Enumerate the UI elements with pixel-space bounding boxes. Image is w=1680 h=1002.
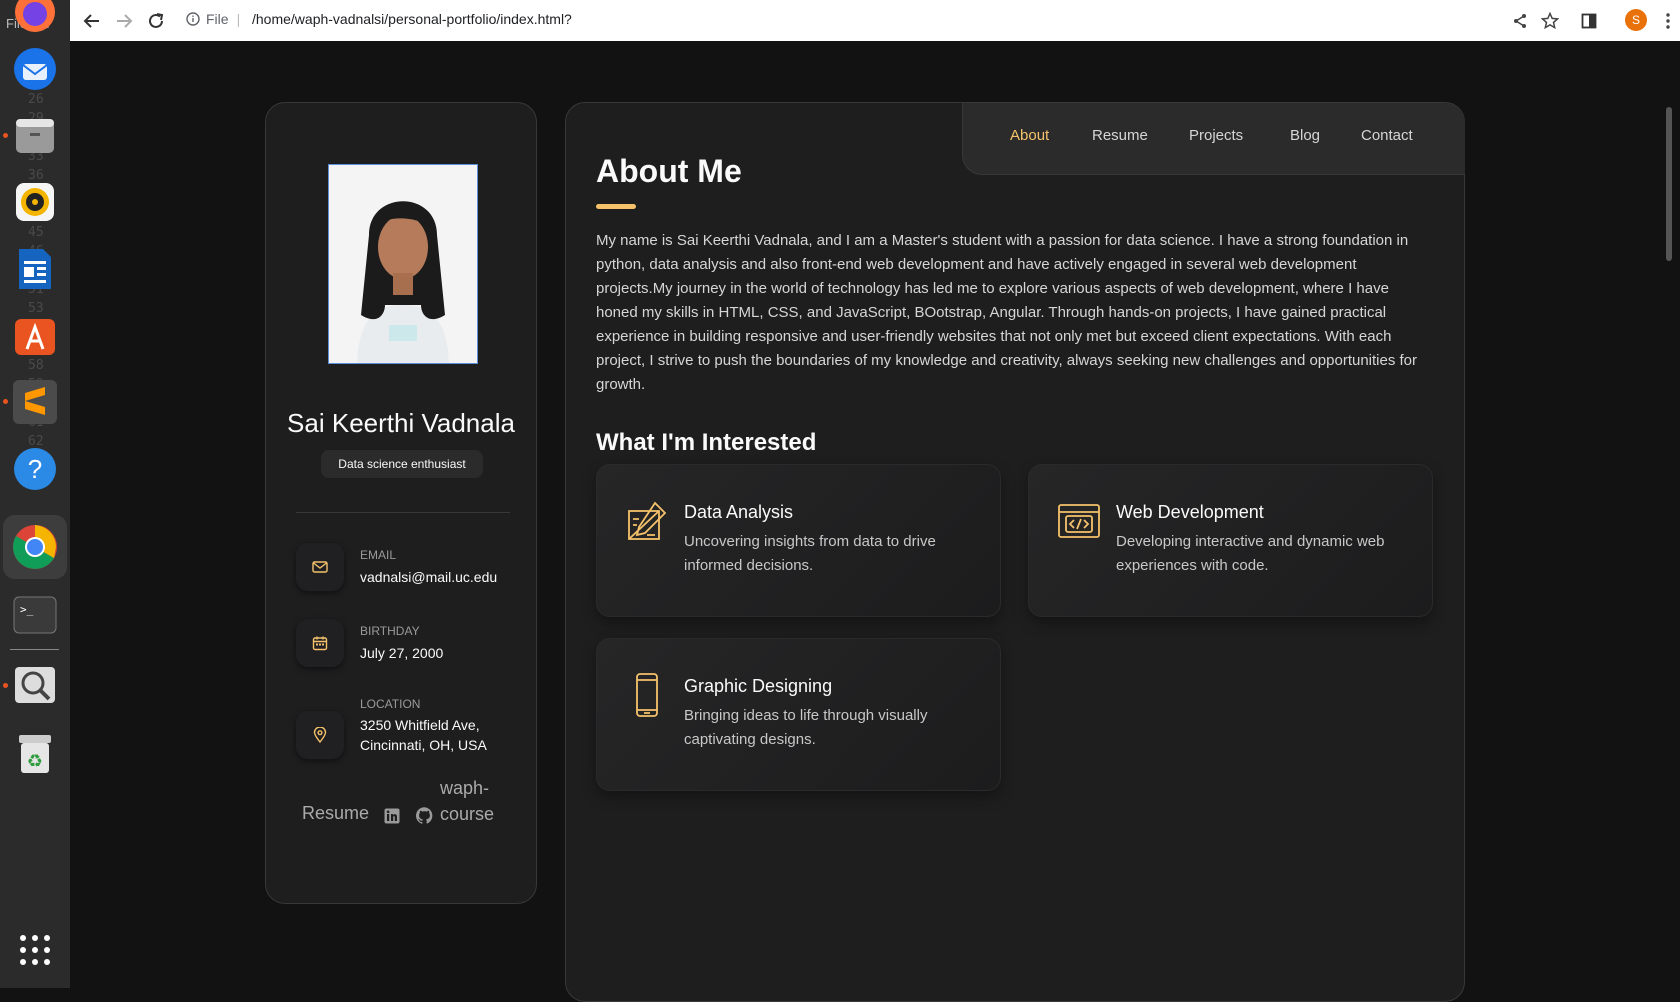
mail-icon bbox=[296, 543, 344, 591]
portrait-image bbox=[329, 165, 477, 363]
browser-toolbar: File | /home/waph-vadnalsi/personal-portf… bbox=[70, 0, 1680, 42]
github-icon[interactable] bbox=[415, 805, 433, 831]
code-window-icon bbox=[1057, 499, 1101, 543]
address-bar[interactable]: /home/waph-vadnalsi/personal-portfolio/i… bbox=[252, 11, 572, 27]
location-icon bbox=[296, 711, 344, 759]
nav-about[interactable]: About bbox=[1010, 127, 1049, 144]
email-link[interactable]: vadnalsi@mail.uc.edu bbox=[360, 567, 530, 587]
url-separator: | bbox=[236, 11, 241, 27]
profile-avatar[interactable]: S bbox=[1625, 9, 1647, 31]
url-scheme: File bbox=[206, 11, 229, 27]
show-apps-icon[interactable] bbox=[9, 924, 61, 976]
calendar-icon bbox=[296, 619, 344, 667]
profile-title-badge: Data science enthusiast bbox=[321, 450, 483, 478]
running-indicator bbox=[3, 133, 8, 138]
location-value: 3250 Whitfield Ave, Cincinnati, OH, USA bbox=[360, 717, 487, 753]
email-label: EMAIL bbox=[360, 548, 397, 562]
linkedin-icon[interactable] bbox=[384, 805, 400, 831]
smartphone-icon bbox=[625, 673, 669, 717]
dock-separator bbox=[10, 649, 59, 650]
arrow-right-icon bbox=[117, 14, 133, 28]
svg-text:>_: >_ bbox=[20, 603, 34, 616]
app-center-icon[interactable] bbox=[9, 309, 61, 361]
birthday-value: July 27, 2000 bbox=[360, 645, 444, 661]
kebab-menu-icon bbox=[1666, 13, 1670, 29]
sidebar-divider bbox=[296, 512, 510, 513]
image-viewer-icon[interactable] bbox=[9, 659, 61, 711]
service-card-data-analysis: Data Analysis Uncovering insights from d… bbox=[596, 464, 1001, 617]
trash-icon[interactable]: ♻ bbox=[9, 727, 61, 779]
sublime-text-icon[interactable] bbox=[9, 376, 61, 428]
side-panel-button[interactable] bbox=[1578, 10, 1600, 32]
nav-blog[interactable]: Blog bbox=[1290, 127, 1320, 144]
reload-button[interactable] bbox=[145, 10, 167, 32]
thunderbird-icon[interactable] bbox=[9, 43, 61, 95]
design-tools-icon bbox=[625, 499, 669, 543]
reload-icon bbox=[149, 13, 164, 28]
svg-text:♻: ♻ bbox=[27, 751, 43, 772]
rhythmbox-icon[interactable] bbox=[9, 176, 61, 228]
scrollbar-thumb[interactable] bbox=[1666, 107, 1672, 261]
service-card-web-development: Web Development Developing interactive a… bbox=[1028, 464, 1433, 617]
waph-course-link[interactable]: waph-course bbox=[440, 775, 500, 827]
site-info[interactable]: File | bbox=[186, 11, 240, 27]
profile-photo bbox=[328, 164, 478, 364]
svg-text:?: ? bbox=[28, 454, 42, 484]
service-text: Bringing ideas to life through visually … bbox=[684, 707, 928, 748]
running-indicator bbox=[3, 683, 8, 688]
info-icon bbox=[186, 12, 200, 26]
nav-resume[interactable]: Resume bbox=[1092, 127, 1148, 144]
star-icon bbox=[1541, 12, 1559, 30]
nav-projects[interactable]: Projects bbox=[1189, 127, 1243, 144]
bookmark-button[interactable] bbox=[1539, 10, 1561, 32]
running-indicator bbox=[3, 399, 8, 404]
files-icon[interactable] bbox=[9, 109, 61, 161]
arrow-left-icon bbox=[83, 14, 99, 28]
browser-menu-button[interactable] bbox=[1657, 10, 1679, 32]
birthday-label: BIRTHDAY bbox=[360, 624, 420, 638]
page-viewport: Sai Keerthi Vadnala Data science enthusi… bbox=[70, 41, 1680, 1002]
share-icon bbox=[1514, 14, 1526, 28]
share-button[interactable] bbox=[1509, 10, 1531, 32]
side-panel-icon bbox=[1581, 13, 1597, 29]
nav-contact[interactable]: Contact bbox=[1361, 127, 1413, 144]
chrome-icon[interactable] bbox=[3, 515, 67, 579]
service-card-graphic-designing: Graphic Designing Bringing ideas to life… bbox=[596, 638, 1001, 791]
service-title: Graphic Designing bbox=[684, 676, 833, 696]
profile-name: Sai Keerthi Vadnala bbox=[287, 408, 515, 438]
firefox-icon[interactable] bbox=[9, 0, 61, 38]
writer-icon[interactable] bbox=[9, 243, 61, 295]
main-content-card: About Resume Projects Blog Contact About… bbox=[565, 102, 1465, 1002]
help-icon[interactable]: ? bbox=[9, 443, 61, 495]
about-title: About Me bbox=[596, 153, 742, 189]
forward-button[interactable] bbox=[113, 10, 135, 32]
top-navbar: About Resume Projects Blog Contact bbox=[962, 103, 1465, 175]
location-label: LOCATION bbox=[360, 697, 421, 711]
interests-title: What I'm Interested bbox=[596, 429, 817, 456]
about-paragraph: My name is Sai Keerthi Vadnala, and I am… bbox=[596, 232, 1418, 393]
service-text: Uncovering insights from data to drive i… bbox=[684, 533, 936, 574]
service-text: Developing interactive and dynamic web e… bbox=[1116, 533, 1385, 574]
title-accent-bar bbox=[596, 204, 636, 209]
service-title: Web Development bbox=[1116, 502, 1264, 522]
terminal-icon[interactable]: >_ bbox=[9, 589, 61, 641]
back-button[interactable] bbox=[81, 10, 103, 32]
profile-sidebar: Sai Keerthi Vadnala Data science enthusi… bbox=[265, 102, 537, 904]
service-title: Data Analysis bbox=[684, 502, 794, 522]
resume-link[interactable]: Resume bbox=[302, 800, 369, 826]
ubuntu-dock: 26293233363942454648515356575859606162 F… bbox=[0, 0, 70, 988]
